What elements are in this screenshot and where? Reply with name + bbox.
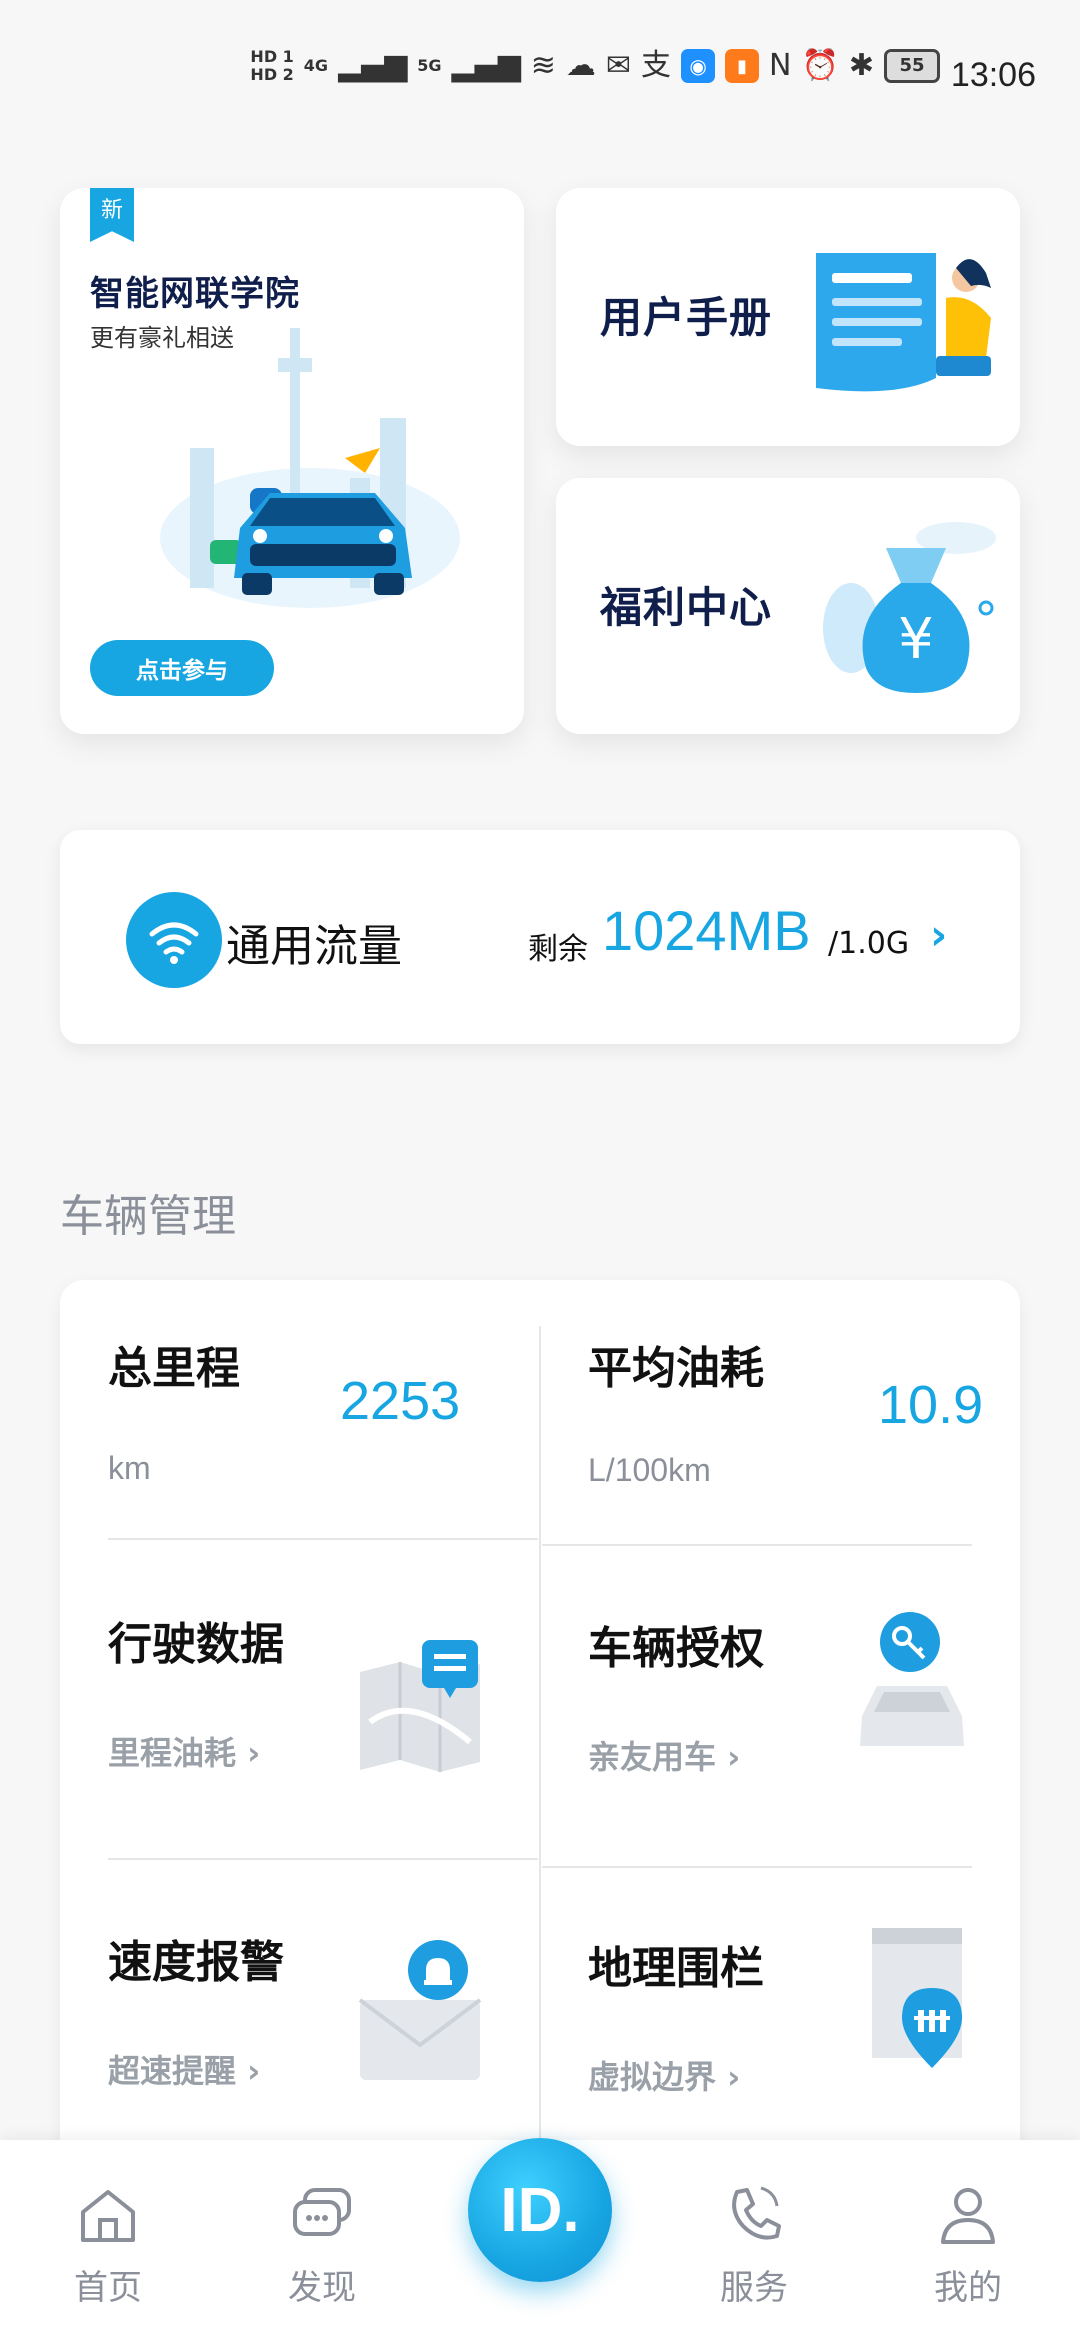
- vehicle-management-card: 总里程 2253 km 平均油耗 10.9 L/100km 行驶数据 里程油耗 …: [60, 1280, 1020, 2180]
- status-bar: HD 1 HD 2 4G ▂▄▆ 5G ▂▄▆ ≋ ☁ ✉ 支 ◉ ▮ N ⏰ …: [0, 0, 1080, 150]
- alipay-icon: 支: [641, 48, 672, 83]
- total-mileage-cell[interactable]: 总里程 2253 km: [60, 1280, 538, 1536]
- data-traffic-card[interactable]: 通用流量 剩余 1024MB /1.0G ›: [60, 830, 1020, 1044]
- wechat-icon: ☁: [565, 48, 596, 83]
- remaining-label: 剩余: [528, 932, 588, 967]
- home-icon: [81, 2190, 135, 2242]
- geofence-sub: 虚拟边界: [588, 2058, 717, 2096]
- vehicle-authorization-title: 车辆授权: [588, 1623, 764, 1674]
- nav-home[interactable]: 首页: [38, 2180, 178, 2309]
- clock: 13:06: [950, 56, 1036, 94]
- chevron-right-icon: ›: [716, 2058, 741, 2096]
- alarm-icon: ⏰: [801, 48, 839, 83]
- chevron-right-icon[interactable]: ›: [930, 910, 947, 959]
- nav-discover-label: 发现: [288, 2268, 356, 2308]
- bluetooth-icon: ✱: [848, 48, 874, 83]
- signal-icon: ▂▄▆: [338, 48, 408, 83]
- nav-mine-label: 我的: [934, 2268, 1002, 2308]
- average-fuel-cell[interactable]: 平均油耗 10.9 L/100km: [542, 1280, 1020, 1542]
- vehicle-management-title: 车辆管理: [60, 1191, 236, 1242]
- vehicle-authorization-tile[interactable]: 车辆授权 亲友用车 ›: [542, 1546, 1020, 1864]
- mileage-value: 2253: [340, 1371, 461, 1431]
- speed-alarm-title: 速度报警: [108, 1937, 284, 1988]
- nav-mine[interactable]: 我的: [898, 2180, 1038, 2309]
- net2-label: 5G: [417, 56, 442, 75]
- nav-home-label: 首页: [74, 2268, 142, 2308]
- speed-alarm-sub-wrap: 超速提醒 ›: [108, 2046, 260, 2092]
- welfare-center-title: 福利中心: [600, 583, 773, 632]
- battery-icon: 55: [884, 49, 940, 83]
- car-city-illustration: [160, 328, 460, 608]
- vehicle-authorization-sub-wrap: 亲友用车 ›: [588, 1732, 740, 1778]
- driving-data-tile[interactable]: 行驶数据 里程油耗 ›: [60, 1540, 538, 1856]
- geofence-sub-wrap: 虚拟边界 ›: [588, 2052, 740, 2098]
- driving-data-title: 行驶数据: [108, 1619, 284, 1670]
- nav-discover[interactable]: 发现: [252, 2180, 392, 2309]
- signal-icon-2: ▂▄▆: [451, 48, 521, 83]
- money-bag-icon: ¥: [823, 522, 996, 693]
- join-button[interactable]: 点击参与: [90, 640, 274, 696]
- hd2-label: HD 2: [250, 65, 294, 84]
- nfc-icon: N: [769, 48, 792, 83]
- phone-icon: [732, 2186, 781, 2240]
- chart-app-icon: ▮: [725, 49, 760, 83]
- academy-card[interactable]: 新 智能网联学院 更有豪礼相送 点击参与: [60, 188, 524, 734]
- chevron-right-icon: ›: [236, 1734, 261, 1772]
- data-traffic-title: 通用流量: [226, 921, 402, 972]
- svg-text:¥: ¥: [898, 607, 934, 672]
- welfare-center-card[interactable]: 福利中心 ¥: [556, 478, 1020, 734]
- hd-indicators: HD 1 HD 2: [250, 48, 293, 84]
- remaining-value: 1024MB: [602, 899, 811, 962]
- column-divider: [539, 1326, 541, 2180]
- speed-alarm-tile[interactable]: 速度报警 超速提醒 ›: [60, 1860, 538, 2180]
- hd1-label: HD 1: [250, 47, 294, 66]
- message-icon: ✉: [605, 48, 632, 83]
- map-icon: [360, 1640, 480, 1772]
- vehicle-authorization-sub: 亲友用车: [588, 1738, 717, 1776]
- user-manual-title: 用户手册: [600, 293, 773, 342]
- nav-service-label: 服务: [720, 2268, 788, 2308]
- fuel-unit: L/100km: [588, 1452, 711, 1488]
- geofence-title: 地理围栏: [588, 1943, 764, 1994]
- speed-alarm-sub: 超速提醒: [108, 2052, 237, 2090]
- car-key-icon: [860, 1612, 964, 1746]
- chat-icon: [293, 2188, 351, 2236]
- wifi-icon: [126, 892, 222, 988]
- wifi-status-icon: ≋: [530, 48, 556, 83]
- user-manual-card[interactable]: 用户手册: [556, 188, 1020, 446]
- manual-illustration: [816, 253, 991, 392]
- chevron-right-icon: ›: [716, 1738, 741, 1776]
- fence-building-icon: [872, 1928, 962, 2068]
- driving-data-sub-wrap: 里程油耗 ›: [108, 1728, 260, 1774]
- chevron-right-icon: ›: [236, 2052, 261, 2090]
- new-tag: 新: [90, 188, 134, 242]
- net1-label: 4G: [303, 56, 329, 75]
- fuel-value: 10.9: [878, 1375, 984, 1435]
- driving-data-sub: 里程油耗: [108, 1734, 237, 1772]
- mileage-unit: km: [108, 1450, 151, 1486]
- total-value: /1.0G: [828, 926, 910, 961]
- bulb-app-icon: ◉: [681, 49, 716, 83]
- id-center-button[interactable]: ID.: [468, 2138, 612, 2282]
- mileage-label: 总里程: [108, 1343, 240, 1394]
- alarm-envelope-icon: [358, 1940, 482, 2080]
- geofence-tile[interactable]: 地理围栏 虚拟边界 ›: [542, 1868, 1020, 2180]
- fuel-label: 平均油耗: [588, 1343, 764, 1394]
- status-icons: HD 1 HD 2 4G ▂▄▆ 5G ▂▄▆ ≋ ☁ ✉ 支 ◉ ▮ N ⏰ …: [250, 48, 940, 84]
- nav-service[interactable]: 服务: [684, 2180, 824, 2309]
- user-icon: [941, 2188, 995, 2244]
